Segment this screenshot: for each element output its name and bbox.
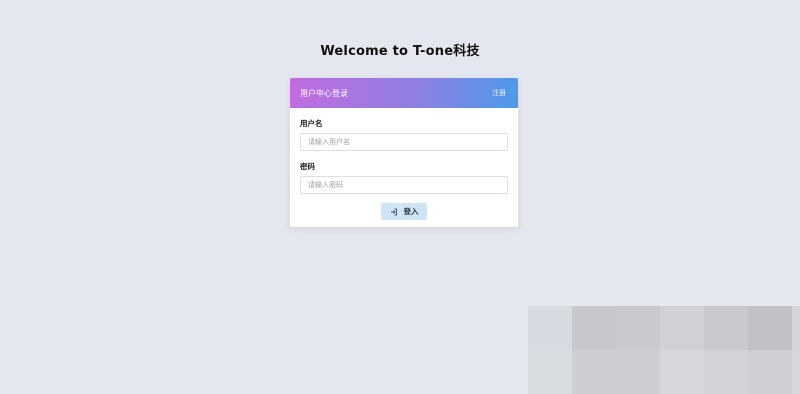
page-title: Welcome to T-one科技 [320, 44, 480, 59]
card-header: 用户中心登录 注册 [290, 78, 518, 108]
login-button[interactable]: 登入 [381, 203, 427, 220]
register-link[interactable]: 注册 [492, 88, 506, 98]
username-input[interactable] [300, 133, 508, 151]
login-card: 用户中心登录 注册 用户名 密码 登入 [290, 78, 518, 227]
login-page: Welcome to T-one科技 用户中心登录 注册 用户名 密码 [0, 0, 800, 394]
password-input[interactable] [300, 176, 508, 194]
login-form: 用户名 密码 登入 [290, 108, 518, 220]
card-header-title: 用户中心登录 [300, 88, 348, 98]
password-label: 密码 [300, 162, 315, 171]
pixelated-overlay [528, 306, 800, 394]
username-label: 用户名 [300, 119, 323, 128]
login-icon [390, 208, 398, 216]
login-button-label: 登入 [403, 207, 419, 216]
